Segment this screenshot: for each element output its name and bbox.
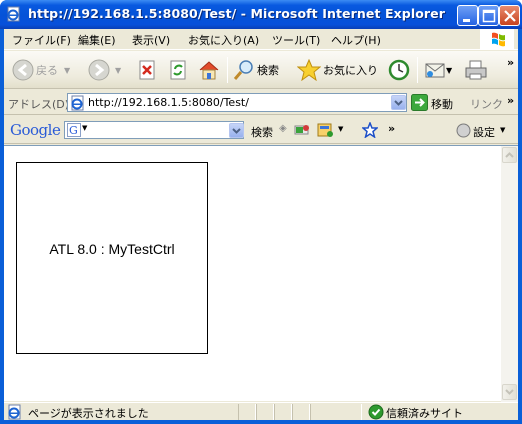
favorites-button[interactable]: お気に入り [297,56,378,84]
google-search-input[interactable]: G ▼ [64,121,244,139]
history-button[interactable] [388,56,410,84]
menu-bar: ファイル(F) 編集(E) 表示(V) お気に入り(A) ツール(T) ヘルプ(… [4,29,518,50]
minimize-icon [463,19,470,22]
google-search-dropdown[interactable] [229,123,244,138]
go-button[interactable] [411,94,428,114]
windows-logo-icon [480,29,514,49]
toolbar-more-chevron[interactable]: » [507,56,514,69]
maximize-button[interactable] [478,5,499,26]
google-toolbar: Google G ▼ 検索 ◈ ▼ » 設定 ▼ [4,116,518,144]
chevron-down-icon [394,100,403,106]
menu-view[interactable]: 表示(V) [132,32,170,48]
status-pane [256,404,274,420]
stop-icon [139,60,155,80]
go-arrow-icon [411,94,428,111]
close-icon [504,10,516,22]
toolbar-separator [417,57,418,83]
activex-control[interactable]: ATL 8.0 : MyTestCtrl [16,162,208,354]
menu-file[interactable]: ファイル(F) [12,32,71,48]
status-bar: ページが表示されました 信頼済みサイト [4,402,518,420]
back-label: 戻る [36,64,58,77]
address-bar: アドレス(D) http://192.168.1.5:8080/Test/ 移動… [4,90,518,115]
maximize-icon [482,9,496,23]
address-input[interactable]: http://192.168.1.5:8080/Test/ [67,93,407,112]
control-caption: ATL 8.0 : MyTestCtrl [49,241,175,257]
address-label: アドレス(D) [8,98,70,111]
bookmark-star-icon[interactable] [362,122,378,138]
forward-dropdown-icon[interactable]: ▼ [115,66,121,75]
popup-blocker-icon[interactable] [317,122,335,138]
home-icon [199,61,219,80]
home-button[interactable] [198,56,220,84]
toolbar-separator [227,57,228,83]
status-pane [274,404,292,420]
google-menu-dropdown-icon[interactable]: ▼ [82,124,87,132]
title-bar[interactable]: http://192.168.1.5:8080/Test/ - Microsof… [0,0,522,29]
google-logo[interactable]: Google [10,121,61,139]
chevron-down-icon [232,128,241,134]
google-settings-button[interactable]: 設定 [473,124,495,140]
forward-arrow-icon [88,59,110,81]
back-dropdown-icon[interactable]: ▼ [64,66,70,75]
pagerank-icon[interactable] [294,123,310,137]
refresh-button[interactable] [167,56,189,84]
minimize-button[interactable] [457,5,478,26]
google-splitter-icon: ◈ [279,123,287,134]
scroll-up-button[interactable] [502,147,517,163]
star-icon [297,59,321,81]
security-zone-text: 信頼済みサイト [386,407,463,420]
google-search-button[interactable]: 検索 [251,124,273,140]
links-more-chevron[interactable]: » [507,94,514,107]
stop-button[interactable] [136,56,158,84]
popup-dropdown-icon[interactable]: ▼ [338,125,343,133]
trusted-zone-check-icon [368,404,384,420]
printer-icon [465,60,487,80]
chevron-down-icon [505,389,514,395]
status-pane [292,404,310,420]
menu-help[interactable]: ヘルプ(H) [331,32,381,48]
back-button[interactable]: 戻る ▼ [12,56,70,84]
links-label[interactable]: リンク [470,96,503,112]
search-button[interactable]: 検索 [233,56,279,84]
client-area: ファイル(F) 編集(E) 表示(V) お気に入り(A) ツール(T) ヘルプ(… [4,29,518,420]
status-pane [310,404,362,420]
ie-window: http://192.168.1.5:8080/Test/ - Microsof… [0,0,522,424]
search-label: 検索 [257,64,279,77]
menu-edit[interactable]: 編集(E) [78,32,116,48]
vertical-scrollbar[interactable] [501,146,518,402]
settings-circle-icon [456,123,471,138]
ie-page-icon [71,95,84,111]
back-arrow-icon [12,59,34,81]
scroll-down-button[interactable] [502,384,517,400]
go-label[interactable]: 移動 [431,96,453,112]
page-done-icon [8,404,21,420]
status-pane [238,404,256,420]
svg-text:G: G [69,124,78,137]
mail-icon [425,63,445,78]
menu-favorites[interactable]: お気に入り(A) [188,32,259,48]
address-url: http://192.168.1.5:8080/Test/ [88,96,249,109]
google-more-chevron[interactable]: » [388,122,395,135]
settings-dropdown-icon[interactable]: ▼ [500,126,505,134]
address-dropdown-button[interactable] [391,95,406,110]
page-viewport: ATL 8.0 : MyTestCtrl [4,145,518,402]
google-g-icon: G [67,123,81,137]
close-button[interactable] [499,5,520,26]
forward-button[interactable]: ▼ [88,56,121,84]
status-text: ページが表示されました [28,407,149,420]
mail-button[interactable]: ▼ [424,56,452,84]
refresh-icon [170,60,186,80]
window-title: http://192.168.1.5:8080/Test/ - Microsof… [28,6,446,21]
standard-toolbar: 戻る ▼ ▼ 検索 お気に入り ▼ » [4,51,518,89]
print-button[interactable] [464,56,488,84]
magnifier-icon [233,60,253,80]
favorites-label: お気に入り [323,64,378,77]
menu-tools[interactable]: ツール(T) [272,32,320,48]
chevron-up-icon [505,152,514,158]
ie-page-icon [7,6,20,22]
mail-dropdown-icon[interactable]: ▼ [446,66,452,75]
history-icon [388,59,410,81]
